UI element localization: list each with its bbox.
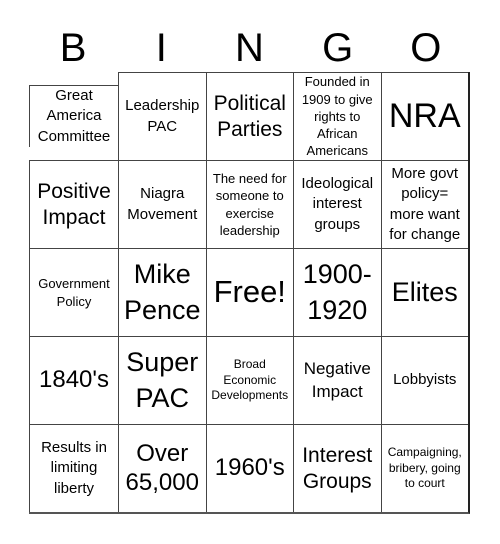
bingo-cell: 1840's — [29, 336, 118, 424]
bingo-cell: Leadership PAC — [118, 72, 206, 160]
bingo-cell: Results in limiting liberty — [29, 424, 118, 512]
bingo-cell: Super PAC — [118, 336, 206, 424]
bingo-cell: Political Parties — [205, 72, 293, 160]
header-letter-g: G — [322, 26, 354, 70]
bingo-cell: NRA — [380, 72, 468, 160]
bingo-cell: Broad Economic Developments — [205, 336, 293, 424]
bingo-cell: 1960's — [205, 424, 293, 512]
header-letter-b: B — [59, 26, 87, 70]
bingo-cell: Interest Groups — [293, 424, 381, 512]
bingo-cell: Negative Impact — [293, 336, 381, 424]
bingo-cell: Ideological interest groups — [293, 160, 381, 248]
bingo-card-grid: Great America Committee Leadership PAC P… — [29, 72, 470, 514]
bingo-cell: Niagra Movement — [118, 160, 206, 248]
bingo-cell: Over 65,000 — [118, 424, 206, 512]
free-space-cell: Free! — [205, 248, 293, 336]
bingo-cell: Great America Committee — [29, 85, 118, 147]
header-letter-i: I — [155, 26, 167, 70]
bingo-cell: The need for someone to exercise leaders… — [205, 160, 293, 248]
bingo-cell: Positive Impact — [29, 160, 118, 248]
bingo-cell: Government Policy — [29, 248, 118, 336]
bingo-cell: Mike Pence — [118, 248, 206, 336]
header-letter-n: N — [235, 26, 264, 70]
bingo-cell: 1900-1920 — [293, 248, 381, 336]
bingo-cell: Founded in 1909 to give rights to Africa… — [293, 72, 381, 160]
bingo-cell: More govt policy= more want for change — [380, 160, 468, 248]
bingo-header: B I N G O — [29, 24, 470, 72]
bingo-cell: Lobbyists — [380, 336, 468, 424]
bingo-cell: Campaigning, bribery, going to court — [380, 424, 468, 512]
header-letter-o: O — [410, 26, 442, 70]
bingo-cell: Elites — [380, 248, 468, 336]
